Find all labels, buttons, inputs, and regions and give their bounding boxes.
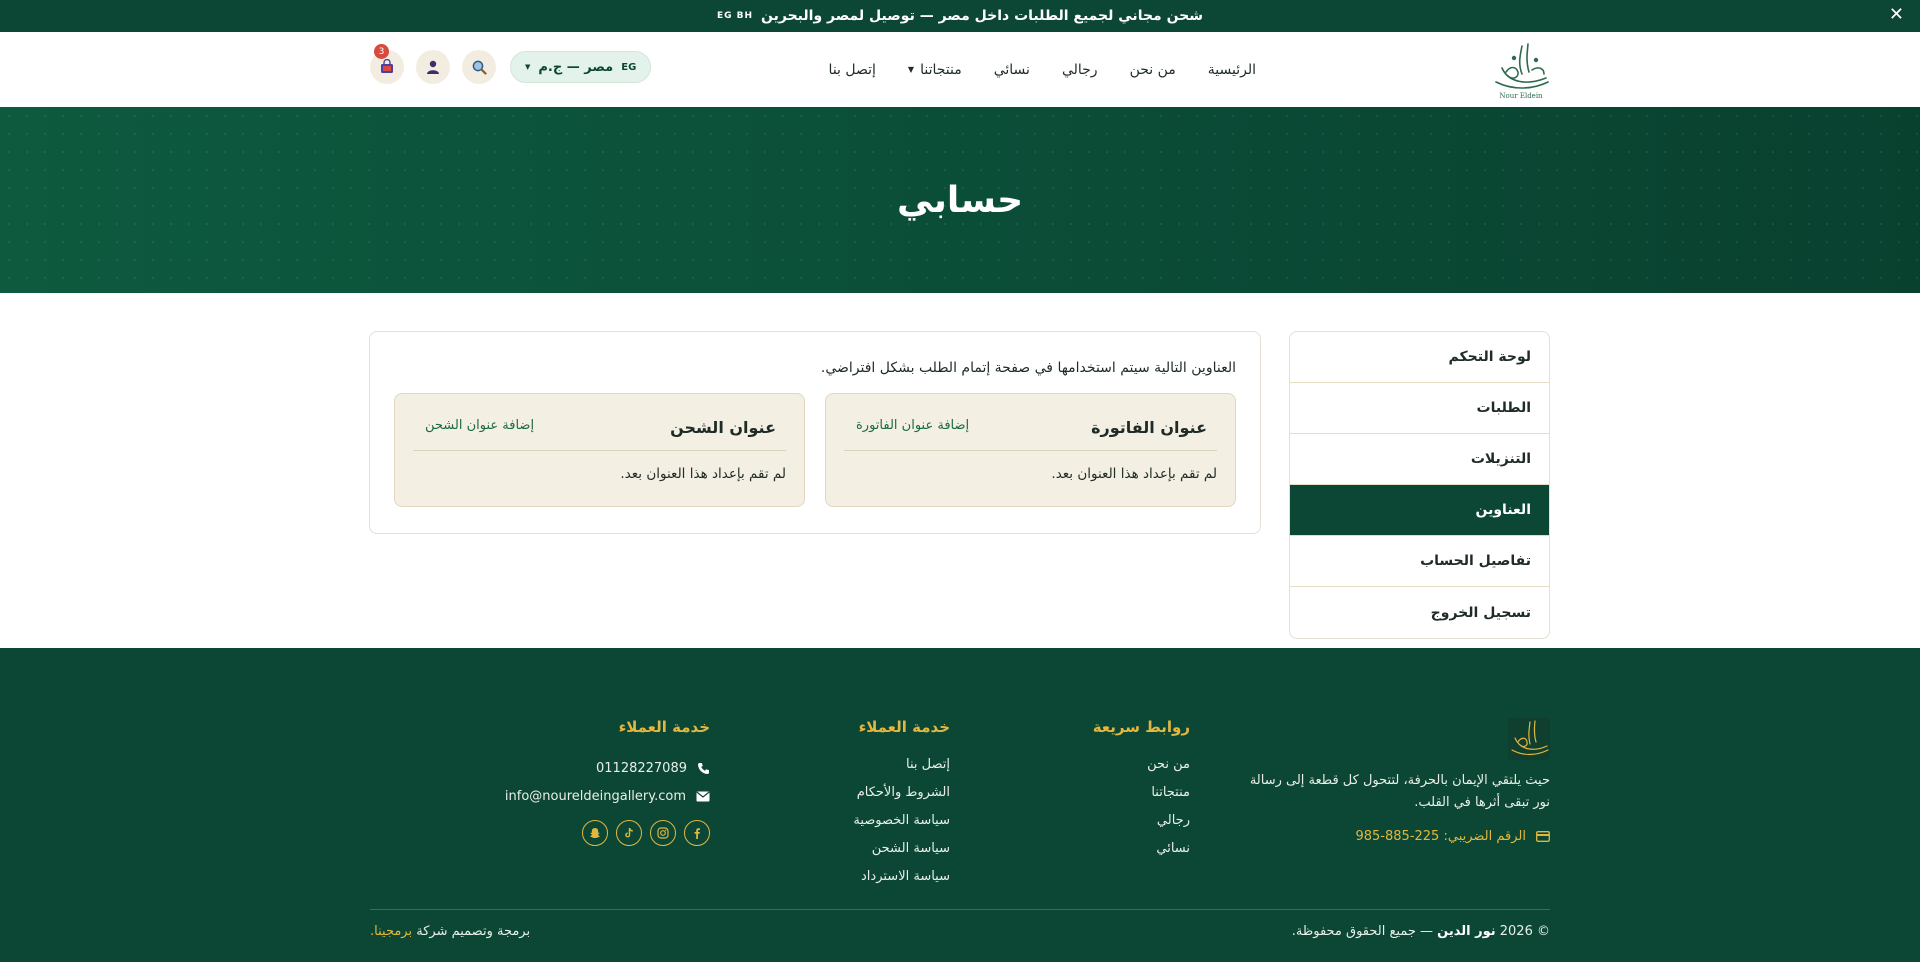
account-menu-downloads[interactable]: التنزيلات bbox=[1290, 434, 1549, 485]
social-links bbox=[505, 820, 710, 846]
copyright-text: — جميع الحقوق محفوظة. bbox=[1291, 924, 1434, 939]
footer-link-refund[interactable]: سياسة الاسترداد bbox=[853, 866, 950, 894]
footer-email[interactable]: info@noureldeingallery.com bbox=[505, 782, 710, 810]
cart-icon bbox=[381, 59, 393, 73]
nav-about[interactable]: من نحن bbox=[1130, 62, 1176, 78]
shipping-address-empty: لم تقم بإعداد هذا العنوان بعد. bbox=[620, 466, 786, 482]
country-flags: EG BH bbox=[716, 11, 754, 21]
footer-link-about[interactable]: من نحن bbox=[1093, 754, 1190, 782]
footer-link-terms[interactable]: الشروط والأحكام bbox=[853, 782, 950, 810]
footer-copyright: © 2026 نور الدين — جميع الحقوق محفوظة. bbox=[1292, 924, 1550, 939]
nav-home[interactable]: الرئيسية bbox=[1208, 62, 1256, 78]
logo-text: Nour Eldein bbox=[1499, 92, 1543, 100]
nav-women[interactable]: نسائي bbox=[994, 62, 1030, 78]
site-logo[interactable]: Nour Eldein bbox=[1492, 42, 1550, 100]
footer-contact: خدمة العملاء 01128227089 info@noureldein… bbox=[505, 718, 710, 846]
account-menu-dashboard[interactable]: لوحة التحكم bbox=[1290, 332, 1549, 383]
billing-address-empty: لم تقم بإعداد هذا العنوان بعد. bbox=[1051, 466, 1217, 482]
account-menu-account-details[interactable]: تفاصيل الحساب bbox=[1290, 536, 1549, 587]
footer-quick-links-title: روابط سريعة bbox=[1092, 718, 1190, 736]
footer-logo[interactable] bbox=[1508, 718, 1550, 760]
account-menu-orders[interactable]: الطلبات bbox=[1290, 383, 1549, 434]
search-button[interactable] bbox=[462, 50, 496, 84]
nav-contact[interactable]: إتصل بنا bbox=[829, 62, 876, 78]
tiktok-link[interactable] bbox=[616, 820, 642, 846]
credit-card-icon bbox=[1536, 831, 1550, 842]
country-label: مصر — ج.م bbox=[538, 59, 614, 75]
nav-products[interactable]: منتجاتنا ▼ bbox=[908, 62, 962, 78]
account-menu: لوحة التحكم الطلبات التنزيلات العناوين ت… bbox=[1289, 331, 1550, 639]
site-footer: حيث يلتقي الإيمان بالحرفة، لتتحول كل قطع… bbox=[0, 648, 1920, 962]
phone-icon bbox=[698, 762, 709, 774]
chevron-down-icon: ▼ bbox=[907, 65, 915, 74]
footer-phone-text: 01128227089 bbox=[596, 760, 687, 776]
footer-quick-links: روابط سريعة من نحن منتجاتنا رجالي نسائي bbox=[1093, 718, 1190, 866]
snapchat-icon bbox=[590, 828, 600, 838]
footer-link-women[interactable]: نسائي bbox=[1093, 838, 1190, 866]
country-currency-selector[interactable]: EG مصر — ج.م ▼ bbox=[510, 51, 652, 83]
footer-tax-number: الرقم الضريبي: 225-885-985 bbox=[1355, 829, 1550, 844]
footer-customer-service: خدمة العملاء إتصل بنا الشروط والأحكام سي… bbox=[853, 718, 950, 894]
billing-address-card: عنوان الفاتورة إضافة عنوان الفاتورة لم ت… bbox=[825, 393, 1236, 507]
site-header: Nour Eldein الرئيسية من نحن رجالي نسائي … bbox=[0, 32, 1920, 107]
footer-link-products[interactable]: منتجاتنا bbox=[1093, 782, 1190, 810]
footer-link-privacy[interactable]: سياسة الخصوصية bbox=[853, 810, 950, 838]
logo-calligraphy-icon bbox=[1495, 43, 1549, 89]
instagram-icon bbox=[657, 827, 669, 839]
footer-contact-title: خدمة العملاء bbox=[618, 718, 710, 736]
country-code: EG bbox=[621, 61, 637, 73]
footer-divider bbox=[370, 909, 1550, 910]
snapchat-link[interactable] bbox=[582, 820, 608, 846]
credit-text: برمجة وتصميم شركة bbox=[416, 924, 531, 939]
tax-number-text: الرقم الضريبي: 225-885-985 bbox=[1355, 829, 1526, 844]
cart-count-badge: 3 bbox=[374, 44, 389, 59]
copyright-year: © 2026 bbox=[1499, 924, 1550, 939]
addresses-panel: العناوين التالية سيتم استخدامها في صفحة … bbox=[369, 331, 1261, 534]
tiktok-icon bbox=[625, 827, 633, 838]
envelope-icon bbox=[696, 791, 710, 801]
announcement-bar: شحن مجاني لجميع الطلبات داخل مصر — توصيل… bbox=[0, 0, 1920, 32]
footer-customer-service-title: خدمة العملاء bbox=[858, 718, 950, 736]
credit-company-link[interactable]: برمجينا. bbox=[370, 924, 412, 939]
header-actions: 3 EG مصر — ج.م ▼ bbox=[370, 44, 652, 84]
main-nav: الرئيسية من نحن رجالي نسائي منتجاتنا ▼ إ… bbox=[829, 32, 1256, 107]
instagram-link[interactable] bbox=[650, 820, 676, 846]
footer-link-shipping[interactable]: سياسة الشحن bbox=[853, 838, 950, 866]
account-menu-logout[interactable]: تسجيل الخروج bbox=[1290, 587, 1549, 638]
add-billing-address-link[interactable]: إضافة عنوان الفاتورة bbox=[856, 418, 969, 433]
facebook-icon bbox=[694, 828, 700, 839]
footer-about-text: حيث يلتقي الإيمان بالحرفة، لتتحول كل قطع… bbox=[1249, 773, 1550, 810]
nav-men[interactable]: رجالي bbox=[1062, 62, 1098, 78]
account-menu-addresses[interactable]: العناوين bbox=[1290, 485, 1549, 536]
footer-credit: برمجة وتصميم شركة برمجينا. bbox=[370, 924, 530, 939]
logo-calligraphy-icon bbox=[1511, 720, 1549, 756]
page-hero: حسابي bbox=[0, 107, 1920, 293]
divider bbox=[844, 450, 1217, 451]
addresses-intro: العناوين التالية سيتم استخدامها في صفحة … bbox=[820, 360, 1236, 376]
billing-address-title: عنوان الفاتورة bbox=[1091, 418, 1207, 437]
footer-link-men[interactable]: رجالي bbox=[1093, 810, 1190, 838]
shipping-address-title: عنوان الشحن bbox=[670, 418, 776, 437]
footer-link-contact[interactable]: إتصل بنا bbox=[853, 754, 950, 782]
account-button[interactable] bbox=[416, 50, 450, 84]
copyright-brand: نور الدين bbox=[1437, 924, 1496, 939]
page-title: حسابي bbox=[896, 179, 1024, 221]
add-shipping-address-link[interactable]: إضافة عنوان الشحن bbox=[425, 418, 534, 433]
footer-phone[interactable]: 01128227089 bbox=[505, 754, 710, 782]
footer-email-text: info@noureldeingallery.com bbox=[504, 788, 686, 804]
divider bbox=[413, 450, 786, 451]
shipping-address-card: عنوان الشحن إضافة عنوان الشحن لم تقم بإع… bbox=[394, 393, 805, 507]
chevron-down-icon: ▼ bbox=[525, 63, 531, 71]
search-icon bbox=[472, 60, 487, 75]
facebook-link[interactable] bbox=[684, 820, 710, 846]
user-icon bbox=[427, 60, 439, 74]
announcement-text: شحن مجاني لجميع الطلبات داخل مصر — توصيل… bbox=[761, 8, 1204, 24]
close-icon[interactable]: ✕ bbox=[1889, 6, 1904, 24]
nav-products-label: منتجاتنا bbox=[920, 61, 962, 78]
cart-button[interactable]: 3 bbox=[370, 44, 404, 84]
